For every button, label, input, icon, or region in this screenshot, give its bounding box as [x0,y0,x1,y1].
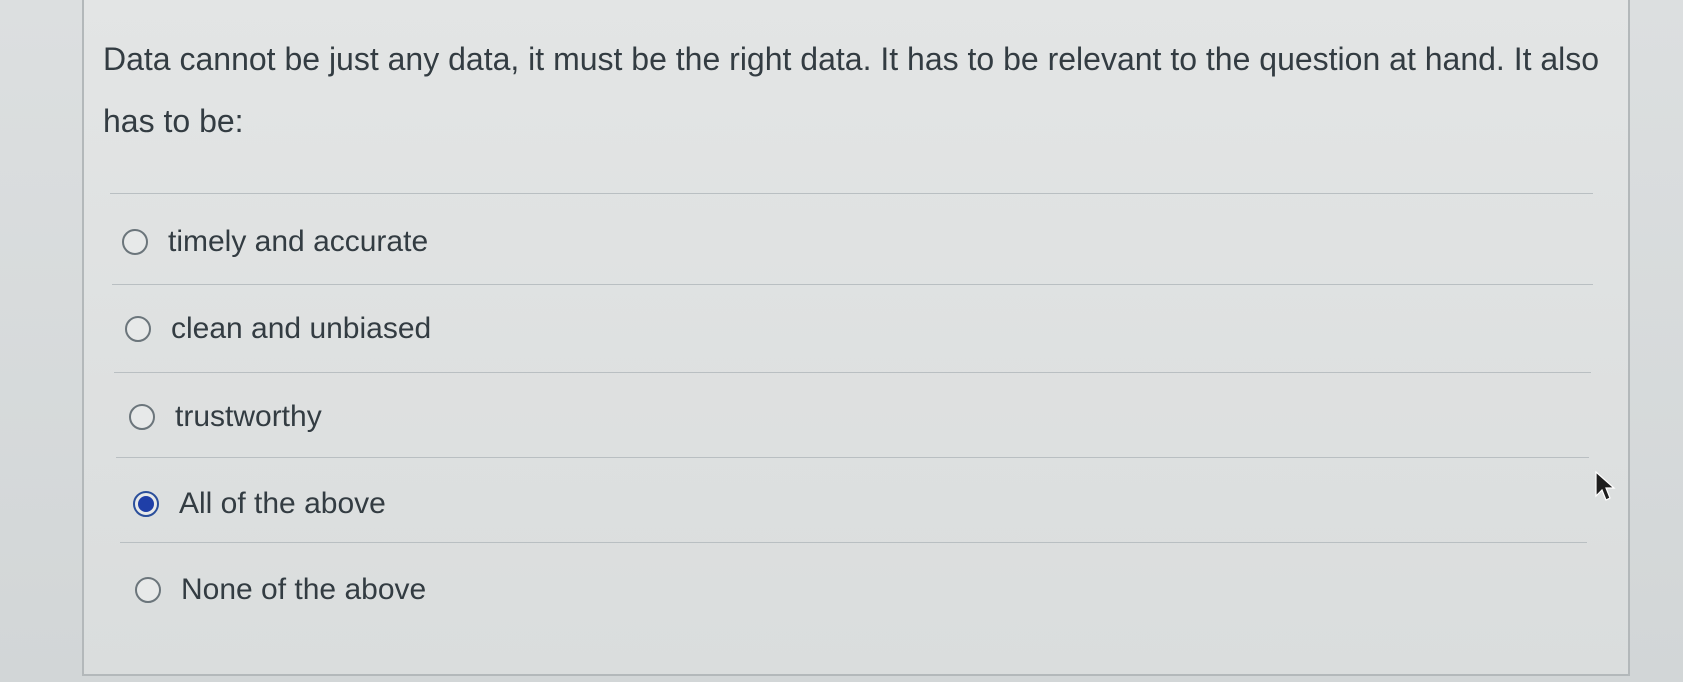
divider [116,457,1589,458]
answer-label: trustworthy [175,400,322,433]
answer-option-none-of-the-above[interactable]: None of the above [135,560,426,620]
answer-label: None of the above [181,573,427,606]
radio-button[interactable] [129,404,155,430]
answer-option-trustworthy[interactable]: trustworthy [129,387,322,447]
divider [110,193,1593,194]
radio-button[interactable] [135,577,161,603]
answer-option-timely-and-accurate[interactable]: timely and accurate [122,212,428,272]
answer-label: clean and unbiased [171,312,432,345]
radio-button-selected[interactable] [133,491,159,517]
answer-label: All of the above [179,487,386,520]
answer-label: timely and accurate [168,225,429,258]
divider [114,372,1591,373]
radio-button[interactable] [125,316,151,342]
radio-button[interactable] [122,229,148,255]
answer-option-clean-and-unbiased[interactable]: clean and unbiased [125,299,431,359]
answer-option-all-of-the-above[interactable]: All of the above [133,474,386,534]
divider [112,284,1593,285]
arrow-cursor-icon [1595,470,1616,501]
divider [120,542,1587,543]
answer-list: timely and accurate clean and unbiased t… [0,0,1683,682]
